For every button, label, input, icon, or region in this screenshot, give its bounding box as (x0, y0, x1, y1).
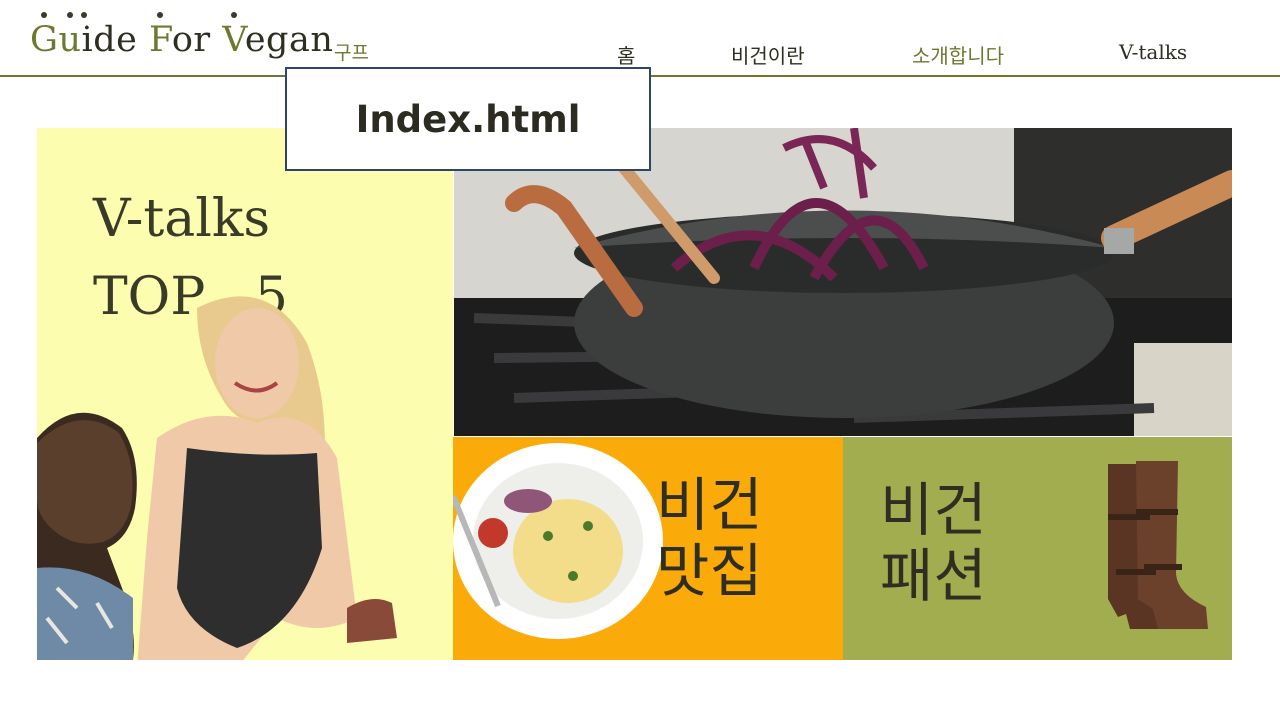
logo-text-or: or (171, 20, 223, 60)
page-label: Index.html (355, 97, 581, 141)
vtalks-top5-panel[interactable]: V-talks TOP 5 (37, 128, 453, 660)
nav-what-is-vegan[interactable]: 비건이란 (731, 40, 805, 70)
restaurant-card-title: 비건 맛집 (656, 472, 763, 604)
logo-letter-f: F (148, 20, 172, 60)
vegan-restaurant-card[interactable]: 비건 맛집 (453, 437, 843, 660)
logo-letter-v: V (222, 20, 245, 60)
nav-introduction[interactable]: 소개합니다 (912, 40, 1004, 70)
vegan-fashion-card[interactable]: 비건 패션 (843, 437, 1232, 660)
logo-letter-g: G (30, 20, 59, 60)
woman-photo (137, 296, 397, 660)
wok-photo (454, 128, 1232, 436)
nav-home[interactable]: 홈 (617, 40, 635, 70)
fashion-card-line1: 비건 (880, 476, 987, 544)
nav-v-talks[interactable]: V-talks (1119, 40, 1187, 70)
restaurant-card-line2: 맛집 (656, 537, 763, 605)
logo-letter-u: u (58, 20, 82, 60)
logo-text-egan: egan (244, 20, 334, 60)
page-label-box: Index.html (285, 67, 651, 171)
fashion-card-title: 비건 패션 (880, 477, 987, 609)
logo-text-ide: ide (81, 20, 149, 60)
plate-photo (453, 443, 663, 639)
fashion-card-line2: 패션 (880, 542, 987, 610)
boots-photo (1108, 461, 1208, 629)
logo-subtitle: 구프 (334, 42, 369, 64)
cooking-photo-panel[interactable] (454, 128, 1232, 436)
site-logo[interactable]: Guide For Vegan (30, 20, 333, 60)
restaurant-card-line1: 비건 (656, 471, 763, 539)
vtalks-title-line1: V-talks (93, 189, 271, 249)
